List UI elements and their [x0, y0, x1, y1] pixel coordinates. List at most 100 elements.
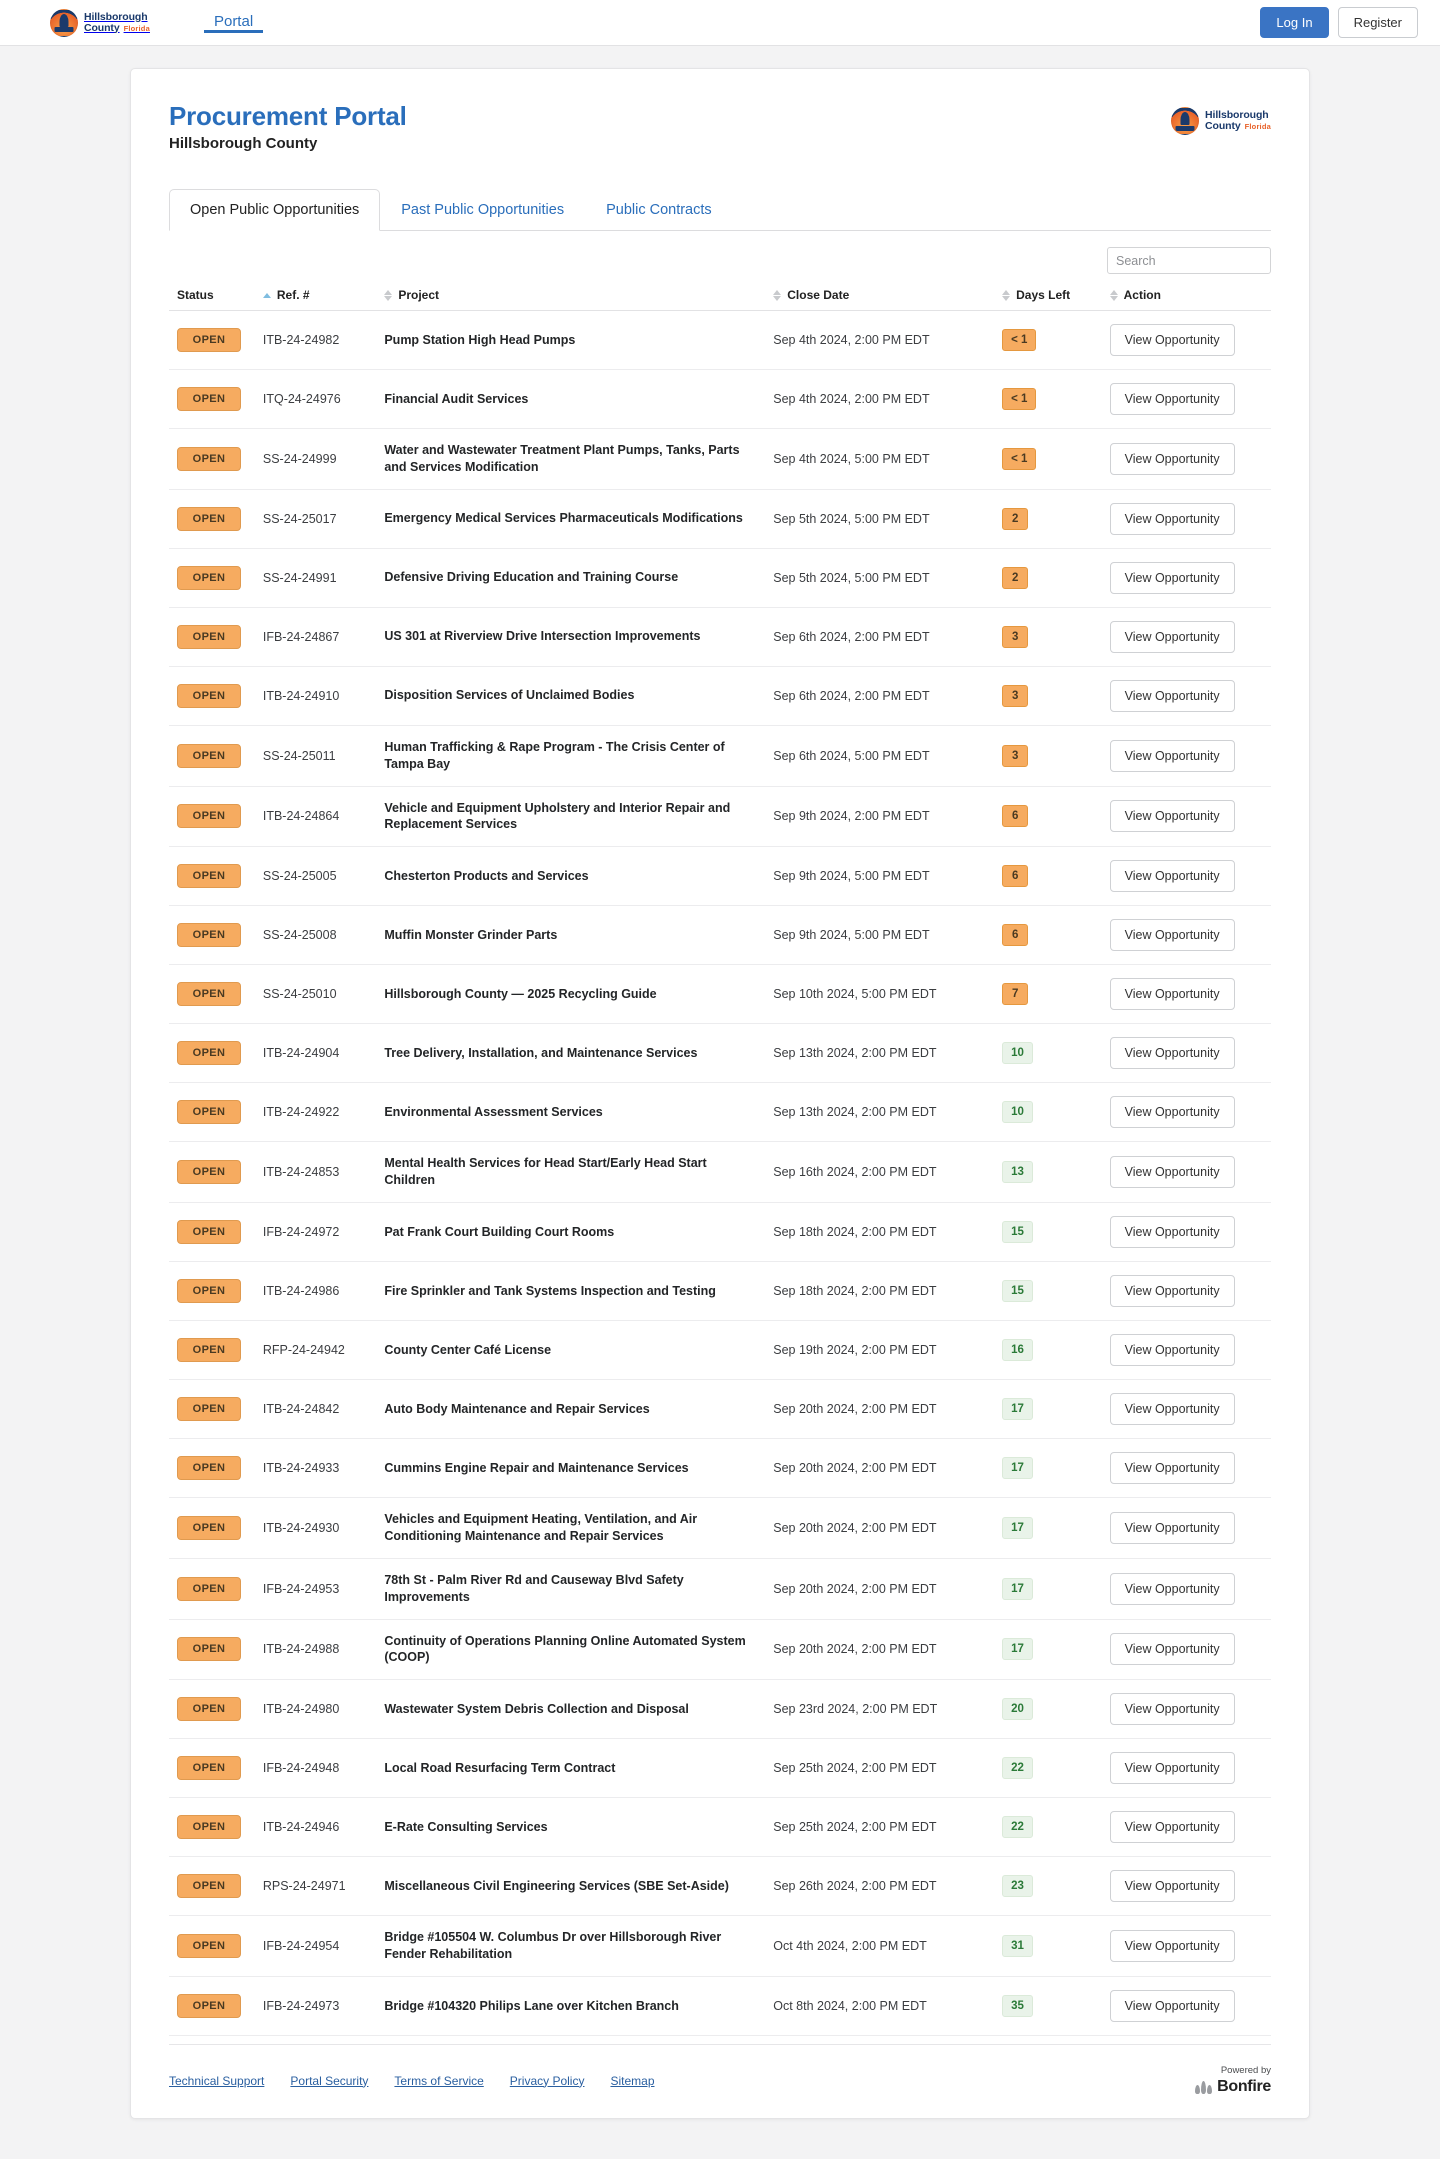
close-date: Sep 4th 2024, 2:00 PM EDT: [773, 392, 930, 406]
cell-status: OPEN: [169, 905, 255, 966]
status-badge: OPEN: [177, 387, 241, 411]
days-left-badge: 3: [1002, 744, 1029, 767]
table-row: OPEN ITB-24-24986 Fire Sprinkler and Tank …: [169, 1261, 1271, 1321]
sort-toggle-icon[interactable]: [1109, 289, 1118, 301]
cell-days-left: 2: [994, 489, 1102, 549]
cell-days-left: 15: [994, 1202, 1102, 1262]
tab-open-public-opportunities[interactable]: Open Public Opportunities: [169, 189, 381, 231]
cell-ref: ITB-24-24930: [254, 1497, 377, 1559]
cell-project: Environmental Assessment Services: [376, 1082, 766, 1143]
register-button[interactable]: Register: [1337, 7, 1418, 38]
cell-close-date: Sep 6th 2024, 5:00 PM EDT: [765, 725, 995, 787]
view-opportunity-button[interactable]: View Opportunity: [1109, 1334, 1235, 1366]
cell-action: View Opportunity: [1101, 1558, 1271, 1620]
view-opportunity-button[interactable]: View Opportunity: [1109, 620, 1235, 653]
days-left-badge: 2: [1002, 566, 1029, 589]
view-opportunity-button[interactable]: View Opportunity: [1109, 561, 1235, 594]
navbar-home-logo-link[interactable]: Hillsborough County Florida: [50, 0, 150, 45]
cell-ref: ITB-24-24842: [254, 1379, 377, 1439]
sort-toggle-icon[interactable]: [384, 289, 393, 301]
cell-status: OPEN: [169, 1797, 255, 1858]
cell-close-date: Sep 18th 2024, 2:00 PM EDT: [765, 1202, 995, 1262]
column-header-status[interactable]: Status: [169, 282, 255, 311]
ref-number: ITB-24-24853: [262, 1165, 340, 1180]
cell-close-date: Sep 10th 2024, 5:00 PM EDT: [765, 964, 995, 1025]
view-opportunity-button[interactable]: View Opportunity: [1109, 383, 1235, 415]
close-date: Sep 6th 2024, 2:00 PM EDT: [773, 688, 930, 703]
view-opportunity-button[interactable]: View Opportunity: [1109, 1752, 1235, 1785]
view-opportunity-button[interactable]: View Opportunity: [1109, 1275, 1235, 1307]
table-header: Status Ref. # Project Close Date Days Le…: [169, 282, 1271, 311]
footer-link-terms-of-service[interactable]: Terms of Service: [394, 2074, 483, 2088]
column-header-days-left[interactable]: Days Left: [994, 282, 1102, 311]
view-opportunity-button[interactable]: View Opportunity: [1109, 1930, 1235, 1963]
view-opportunity-button[interactable]: View Opportunity: [1109, 1870, 1235, 1903]
bonfire-flame-icon: [1195, 2080, 1213, 2094]
project-name: Human Trafficking & Rape Program - The C…: [384, 739, 725, 771]
view-opportunity-button[interactable]: View Opportunity: [1109, 1633, 1235, 1666]
view-opportunity-button[interactable]: View Opportunity: [1109, 919, 1235, 952]
ref-number: ITB-24-24988: [262, 1642, 340, 1657]
view-opportunity-button[interactable]: View Opportunity: [1109, 1096, 1235, 1129]
nav-tab-portal[interactable]: Portal: [203, 13, 264, 33]
footer-link-sitemap[interactable]: Sitemap: [610, 2074, 654, 2088]
hillsborough-county-seal-icon: [50, 8, 78, 37]
view-opportunity-button[interactable]: View Opportunity: [1109, 739, 1235, 772]
view-opportunity-button[interactable]: View Opportunity: [1109, 1572, 1235, 1605]
table-row: OPEN ITB-24-24922 Environmental Assessment…: [169, 1082, 1271, 1143]
cell-project: Local Road Resurfacing Term Contract: [376, 1738, 766, 1799]
log-in-button[interactable]: Log In: [1260, 7, 1329, 38]
view-opportunity-button[interactable]: View Opportunity: [1109, 1990, 1235, 2022]
table-row: OPEN ITB-24-24904 Tree Delivery, Installat…: [169, 1023, 1271, 1084]
table-header-row: Status Ref. # Project Close Date Days Le…: [169, 282, 1271, 311]
project-name: Emergency Medical Services Pharmaceutica…: [384, 511, 743, 526]
view-opportunity-button[interactable]: View Opportunity: [1109, 1452, 1235, 1484]
cell-ref: IFB-24-24954: [254, 1915, 377, 1977]
view-opportunity-button[interactable]: View Opportunity: [1109, 1511, 1235, 1544]
bonfire-logo: Bonfire: [1195, 2078, 1271, 2096]
view-opportunity-button[interactable]: View Opportunity: [1109, 324, 1235, 356]
view-opportunity-button[interactable]: View Opportunity: [1109, 1037, 1235, 1070]
view-opportunity-button[interactable]: View Opportunity: [1109, 442, 1235, 475]
column-header-ref[interactable]: Ref. #: [254, 282, 377, 311]
days-left-badge: 6: [1002, 924, 1029, 947]
table-row: OPEN SS-24-25008 Muffin Monster Grinder Pa…: [169, 905, 1271, 966]
ref-number: IFB-24-24954: [262, 1939, 340, 1954]
cell-project: Vehicle and Equipment Upholstery and Int…: [376, 786, 766, 848]
cell-days-left: 17: [994, 1497, 1102, 1559]
column-header-project[interactable]: Project: [376, 282, 766, 311]
cell-action: View Opportunity: [1101, 1320, 1271, 1380]
view-opportunity-button[interactable]: View Opportunity: [1109, 502, 1235, 535]
sort-toggle-icon[interactable]: [1002, 289, 1011, 301]
footer-link-privacy-policy[interactable]: Privacy Policy: [510, 2074, 585, 2088]
project-name: Vehicles and Equipment Heating, Ventilat…: [384, 1512, 698, 1543]
cell-action: View Opportunity: [1101, 548, 1271, 608]
footer-link-technical-support[interactable]: Technical Support: [169, 2074, 264, 2088]
view-opportunity-button[interactable]: View Opportunity: [1109, 1156, 1235, 1189]
view-opportunity-button[interactable]: View Opportunity: [1109, 800, 1235, 833]
search-input[interactable]: [1107, 247, 1271, 274]
tab-past-public-opportunities[interactable]: Past Public Opportunities: [380, 189, 585, 231]
cell-action: View Opportunity: [1101, 1082, 1271, 1143]
ref-number: ITB-24-24842: [262, 1402, 340, 1416]
tab-public-contracts[interactable]: Public Contracts: [585, 189, 733, 231]
view-opportunity-button[interactable]: View Opportunity: [1109, 679, 1235, 712]
view-opportunity-button[interactable]: View Opportunity: [1109, 1393, 1235, 1425]
cell-status: OPEN: [169, 1320, 255, 1380]
search-row: [169, 231, 1271, 282]
view-opportunity-button[interactable]: View Opportunity: [1109, 860, 1235, 893]
view-opportunity-button[interactable]: View Opportunity: [1109, 1216, 1235, 1248]
days-left-badge: 15: [1002, 1221, 1033, 1243]
sort-toggle-icon[interactable]: [773, 289, 782, 301]
days-left-badge: 31: [1002, 1935, 1033, 1958]
page-wrapper: Procurement Portal Hillsborough County H…: [0, 46, 1440, 2119]
column-header-close-date[interactable]: Close Date: [765, 282, 995, 311]
cell-close-date: Sep 20th 2024, 2:00 PM EDT: [765, 1619, 995, 1681]
view-opportunity-button[interactable]: View Opportunity: [1109, 1811, 1235, 1844]
footer-link-portal-security[interactable]: Portal Security: [290, 2074, 368, 2088]
close-date: Sep 4th 2024, 5:00 PM EDT: [773, 451, 930, 466]
view-opportunity-button[interactable]: View Opportunity: [1109, 1693, 1235, 1726]
view-opportunity-button[interactable]: View Opportunity: [1109, 978, 1235, 1011]
cell-status: OPEN: [169, 1558, 255, 1620]
sort-ascending-icon[interactable]: [262, 292, 271, 298]
